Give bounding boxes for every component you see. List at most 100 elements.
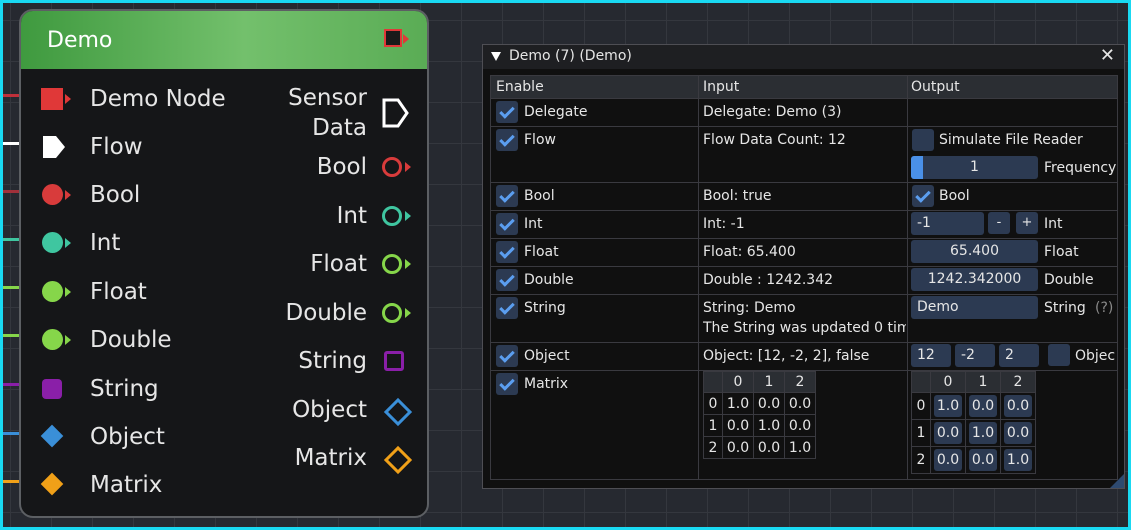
double-drag-input[interactable]: 1242.342000 — [911, 268, 1038, 291]
row-label-flow: Flow — [524, 132, 556, 148]
enable-checkbox-float[interactable] — [496, 241, 518, 263]
circle-pin-icon — [41, 228, 71, 258]
output-double-label: Double — [1044, 272, 1094, 288]
object-x-input[interactable]: 12 — [911, 344, 951, 367]
square-exec-icon — [41, 84, 71, 114]
flow-icon — [41, 132, 71, 162]
diamond-pin-icon — [40, 470, 71, 500]
output-pin-string[interactable]: String — [298, 344, 415, 378]
matrix-cell-input[interactable]: 1.0 — [934, 395, 962, 417]
matrix-cell: 1.0 — [753, 414, 785, 437]
row-label-double: Double — [524, 272, 574, 288]
matrix-cell-input[interactable]: 0.0 — [1004, 422, 1032, 444]
input-label: Object — [90, 424, 165, 450]
output-label: Matrix — [294, 445, 367, 471]
matrix-cell-input[interactable]: 1.0 — [969, 422, 997, 444]
circle-pin-icon — [41, 180, 71, 210]
table-row: 0 1 2 — [911, 371, 1036, 393]
output-pin-matrix[interactable]: Matrix — [295, 441, 415, 475]
enable-checkbox-flow[interactable] — [496, 129, 518, 151]
link-flow — [0, 142, 20, 145]
int-increment-button[interactable]: + — [1016, 212, 1038, 234]
int-decrement-button[interactable]: - — [988, 212, 1010, 234]
output-pin-object[interactable]: Object — [292, 393, 415, 427]
matrix-cell-input[interactable]: 0.0 — [969, 449, 997, 471]
output-pin-bool[interactable]: Bool — [317, 150, 415, 184]
input-pin-flow[interactable]: Flow — [41, 132, 143, 162]
enable-checkbox-string[interactable] — [496, 297, 518, 319]
simulate-file-reader-checkbox[interactable] — [912, 129, 934, 151]
node-header[interactable]: Demo — [21, 11, 427, 69]
matrix-cell-input[interactable]: 0.0 — [934, 449, 962, 471]
demo-properties-window[interactable]: Demo (7) (Demo) ✕ Enable Input Output De… — [482, 44, 1125, 489]
close-icon[interactable]: ✕ — [1100, 45, 1115, 66]
slider-grab[interactable] — [911, 156, 923, 179]
properties-table: Enable Input Output Delegate Delegate: D… — [490, 75, 1118, 480]
matrix-cell-input[interactable]: 0.0 — [969, 395, 997, 417]
matrix-cell-input[interactable]: 0.0 — [934, 422, 962, 444]
matrix-cell-input[interactable]: 0.0 — [1004, 395, 1032, 417]
table-row: 0 1.0 0.0 0.0 — [703, 392, 816, 415]
input-pin-float[interactable]: Float — [41, 277, 147, 307]
frequency-value: 1 — [970, 159, 979, 175]
matrix-cell: 0.0 — [784, 414, 816, 437]
row-divider — [491, 210, 1117, 211]
input-pin-bool[interactable]: Bool — [41, 180, 140, 210]
float-drag-input[interactable]: 65.400 — [911, 240, 1038, 263]
demo-node[interactable]: Demo Demo Node Flow Bool Int Float Doubl… — [19, 9, 429, 518]
input-pin-object[interactable]: Object — [40, 422, 165, 452]
enable-checkbox-bool[interactable] — [496, 185, 518, 207]
object-flag-checkbox[interactable] — [1048, 344, 1070, 366]
window-title: Demo (7) (Demo) — [509, 48, 632, 64]
frequency-slider[interactable]: 1 — [911, 156, 1038, 179]
output-pin-float[interactable]: Float — [310, 247, 415, 281]
input-pin-int[interactable]: Int — [41, 228, 120, 258]
resize-grip-icon[interactable] — [1110, 474, 1124, 488]
input-label: Matrix — [90, 472, 163, 498]
row-divider — [491, 294, 1117, 295]
matrix-row-header: 2 — [703, 436, 723, 459]
matrix-cell: 0.0 — [722, 414, 754, 437]
int-input[interactable]: -1 — [911, 212, 984, 235]
square-outline-icon — [381, 344, 415, 378]
row-divider — [491, 98, 1117, 99]
output-pin-int[interactable]: Int — [337, 199, 415, 233]
matrix-cell-input[interactable]: 1.0 — [1004, 449, 1032, 471]
matrix-col-header: 0 — [930, 371, 966, 393]
circle-outline-icon — [381, 150, 415, 184]
matrix-cell: 1.0 — [784, 436, 816, 459]
input-label: Double — [90, 327, 172, 353]
matrix-cell: 0.0 — [753, 392, 785, 415]
header-exec-pin-icon[interactable] — [384, 29, 402, 47]
header-output: Output — [911, 79, 960, 95]
input-label: Float — [90, 279, 147, 305]
collapse-triangle-icon[interactable] — [491, 52, 501, 61]
enable-checkbox-matrix[interactable] — [496, 373, 518, 395]
input-pin-double[interactable]: Double — [41, 325, 172, 355]
table-row: 0 1 2 — [703, 371, 816, 393]
output-pin-sensor-data[interactable]: Sensor Data — [288, 83, 415, 143]
enable-checkbox-object[interactable] — [496, 345, 518, 367]
circle-pin-icon — [41, 277, 71, 307]
enable-checkbox-double[interactable] — [496, 269, 518, 291]
enable-checkbox-delegate[interactable] — [496, 101, 518, 123]
string-text-input[interactable]: Demo — [911, 296, 1038, 319]
row-divider — [491, 342, 1117, 343]
input-pin-string[interactable]: String — [41, 374, 159, 404]
object-y-input[interactable]: -2 — [955, 344, 995, 367]
enable-checkbox-int[interactable] — [496, 213, 518, 235]
object-z-input[interactable]: 2 — [999, 344, 1039, 367]
input-pin-matrix[interactable]: Matrix — [40, 470, 163, 500]
header-arrow-icon — [403, 34, 409, 44]
row-divider — [491, 238, 1117, 239]
input-pin-demo-node[interactable]: Demo Node — [41, 84, 226, 114]
link-float — [0, 286, 20, 289]
output-label: Int — [336, 203, 367, 229]
help-marker[interactable]: (?) — [1095, 300, 1113, 316]
output-object-label: Objec — [1075, 348, 1116, 364]
output-pin-double[interactable]: Double — [286, 296, 416, 330]
window-title-bar[interactable]: Demo (7) (Demo) ✕ — [483, 45, 1124, 69]
input-label: Demo Node — [90, 86, 226, 112]
output-bool-checkbox[interactable] — [912, 185, 934, 207]
row-label-object: Object — [524, 348, 570, 364]
